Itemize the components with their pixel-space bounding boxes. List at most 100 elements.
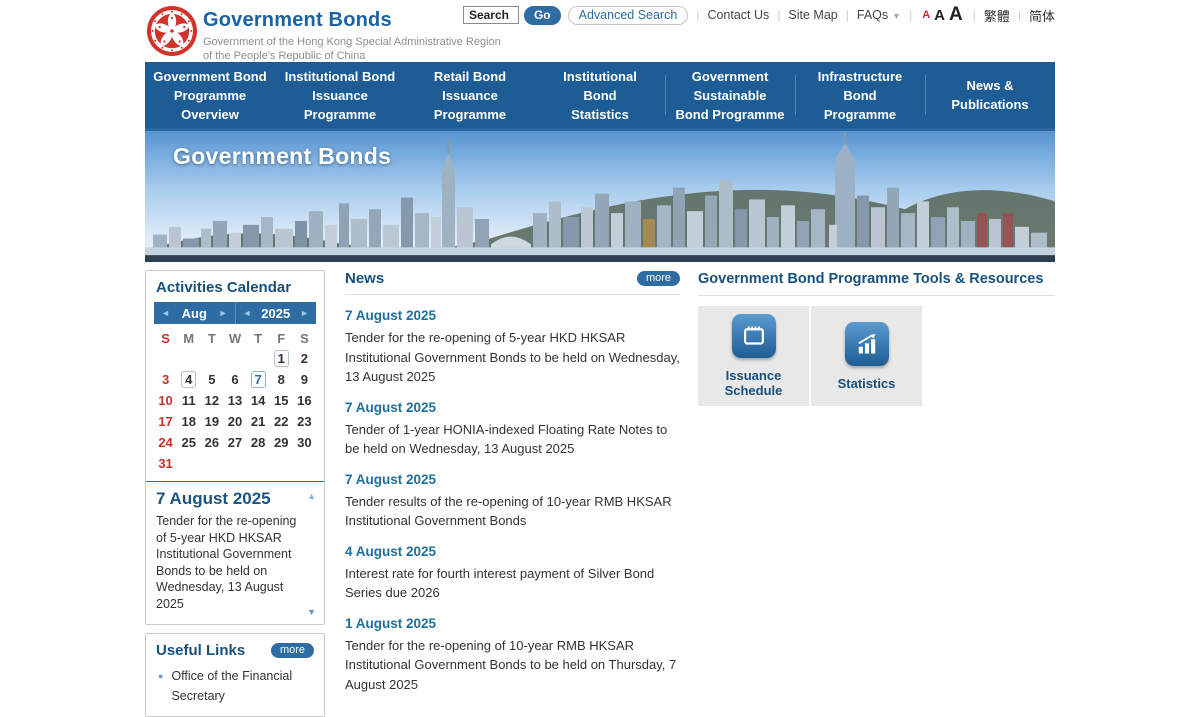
news-item-text: Tender for the re-opening of 10-year RMB… [345, 636, 680, 695]
news-item[interactable]: 1 August 2025Tender for the re-opening o… [345, 616, 680, 695]
news-item-date: 7 August 2025 [345, 472, 680, 487]
tools-section: Government Bond Programme Tools & Resour… [698, 270, 1055, 406]
calendar-day-cell[interactable]: 23 [293, 413, 316, 430]
search-input[interactable] [463, 6, 519, 24]
nav-item-line: Retail Bond [434, 67, 506, 86]
calendar-day-cell[interactable]: 8 [270, 371, 293, 388]
scroll-down-icon[interactable]: ▼ [307, 607, 316, 617]
calendar-title: Activities Calendar [146, 271, 324, 302]
site-map-link[interactable]: Site Map [788, 8, 837, 22]
prev-year-button[interactable]: ◄ [243, 308, 252, 318]
issuance-schedule-tile[interactable]: Issuance Schedule [698, 306, 809, 406]
calendar-day-cell[interactable]: 26 [200, 434, 223, 451]
calendar-day-cell[interactable]: 19 [200, 413, 223, 430]
news-item-date: 7 August 2025 [345, 400, 680, 415]
calendar-day-cell [200, 455, 223, 472]
nav-item-line: Programme [824, 105, 896, 124]
nav-item[interactable]: Institutional BondIssuanceProgramme [275, 62, 405, 128]
calendar-day-cell[interactable]: 31 [154, 455, 177, 472]
calendar-day-cell[interactable]: 15 [270, 392, 293, 409]
calendar-day-cell[interactable]: 12 [200, 392, 223, 409]
calendar-day-cell[interactable]: 29 [270, 434, 293, 451]
calendar-day-cell[interactable]: 16 [293, 392, 316, 409]
next-year-button[interactable]: ► [300, 308, 309, 318]
tile-label: Issuance Schedule [698, 368, 809, 398]
nav-item-line: Publications [951, 95, 1028, 114]
next-month-button[interactable]: ► [219, 308, 228, 318]
nav-item[interactable]: GovernmentSustainableBond Programme [665, 62, 795, 128]
contact-us-link[interactable]: Contact Us [707, 8, 769, 22]
calendar-day-cell[interactable]: 4 [177, 371, 200, 388]
calendar-event-panel: ▲ 7 August 2025 Tender for the re-openin… [146, 481, 324, 624]
calendar-day-cell[interactable]: 18 [177, 413, 200, 430]
calendar-day-cell[interactable]: 13 [223, 392, 246, 409]
calendar-event-day[interactable]: 4 [181, 371, 196, 388]
useful-links-panel: Useful Links more ●Office of the Financi… [145, 633, 325, 717]
calendar-day-cell[interactable]: 21 [247, 413, 270, 430]
nav-item[interactable]: InstitutionalBondStatistics [535, 62, 665, 128]
calendar-day-cell [177, 455, 200, 472]
nav-item[interactable]: News &Publications [925, 62, 1055, 128]
news-item[interactable]: 7 August 2025Tender for the re-opening o… [345, 308, 680, 387]
calendar-day-cell[interactable]: 22 [270, 413, 293, 430]
calendar-day-cell[interactable]: 28 [247, 434, 270, 451]
calendar-day-cell[interactable]: 10 [154, 392, 177, 409]
calendar-day-cell[interactable]: 6 [223, 371, 246, 388]
useful-link-item[interactable]: ●Office of the Financial Secretary [146, 665, 324, 706]
site-subtitle: Government of the Hong Kong Special Admi… [203, 35, 501, 63]
top-utility-bar: Go Advanced Search | Contact Us | Site M… [463, 4, 1055, 26]
useful-links-more-button[interactable]: more [271, 643, 314, 658]
calendar-day-cell [177, 350, 200, 367]
font-size-large-button[interactable]: A [949, 4, 963, 26]
nav-item-line: News & [967, 76, 1014, 95]
search-go-button[interactable]: Go [524, 6, 561, 25]
calendar-day-cell[interactable]: 2 [293, 350, 316, 367]
news-item[interactable]: 4 August 2025Interest rate for fourth in… [345, 544, 680, 603]
news-item-text: Tender results of the re-opening of 10-y… [345, 492, 680, 531]
news-item[interactable]: 7 August 2025 Tender results of the re-op… [345, 472, 680, 531]
nav-item[interactable]: InfrastructureBondProgramme [795, 62, 925, 128]
news-item[interactable]: 7 August 2025 Tender of 1-year HONIA-inde… [345, 400, 680, 459]
useful-link-label: Office of the Financial Secretary [171, 666, 314, 706]
hksar-emblem-logo [147, 6, 197, 56]
calendar-day-cell[interactable]: 27 [223, 434, 246, 451]
calendar-day-cell[interactable]: 25 [177, 434, 200, 451]
nav-item-line: Institutional Bond [285, 67, 395, 86]
calendar-day-cell[interactable]: 30 [293, 434, 316, 451]
calendar-day-cell[interactable]: 24 [154, 434, 177, 451]
calendar-event-day[interactable]: 7 [251, 371, 266, 388]
faqs-link[interactable]: FAQs▼ [857, 8, 901, 22]
nav-item[interactable]: Retail BondIssuanceProgramme [405, 62, 535, 128]
calendar-day-cell[interactable]: 5 [200, 371, 223, 388]
calendar-day-cell[interactable]: 20 [223, 413, 246, 430]
prev-month-button[interactable]: ◄ [161, 308, 170, 318]
news-item-text: Tender of 1-year HONIA-indexed Floating … [345, 420, 680, 459]
calendar-day-cell [293, 455, 316, 472]
font-size-small-button[interactable]: A [922, 9, 930, 21]
banner-title: Government Bonds [173, 143, 391, 170]
calendar-day-header: T [200, 331, 223, 346]
lang-traditional-chinese-link[interactable]: 繁體 [984, 6, 1010, 25]
scroll-up-icon[interactable]: ▲ [307, 491, 316, 501]
tools-title: Government Bond Programme Tools & Resour… [698, 271, 1043, 287]
lang-simplified-chinese-link[interactable]: 简体 [1029, 6, 1055, 25]
news-more-button[interactable]: more [637, 271, 680, 286]
calendar-day-cell[interactable]: 14 [247, 392, 270, 409]
font-size-medium-button[interactable]: A [934, 7, 945, 24]
calendar-day-cell[interactable]: 9 [293, 371, 316, 388]
nav-item[interactable]: Government BondProgrammeOverview [145, 62, 275, 128]
chevron-down-icon: ▼ [892, 11, 901, 21]
statistics-tile[interactable]: Statistics [811, 306, 922, 406]
calendar-day-cell[interactable]: 11 [177, 392, 200, 409]
calendar-day-header: S [293, 331, 316, 346]
calendar-day-cell[interactable]: 1 [270, 350, 293, 367]
advanced-search-button[interactable]: Advanced Search [568, 6, 689, 25]
calendar-day-cell[interactable]: 7 [247, 371, 270, 388]
calendar-grid: SMTWTFS123456789101112131415161718192021… [146, 324, 324, 481]
calendar-event-day[interactable]: 1 [274, 350, 289, 367]
left-column: Activities Calendar ◄ Aug ► ◄ 2025 ► SMT… [145, 270, 325, 717]
calendar-day-cell[interactable]: 3 [154, 371, 177, 388]
calendar-day-cell[interactable]: 17 [154, 413, 177, 430]
news-title: News [345, 270, 384, 287]
calendar-day-cell [223, 455, 246, 472]
